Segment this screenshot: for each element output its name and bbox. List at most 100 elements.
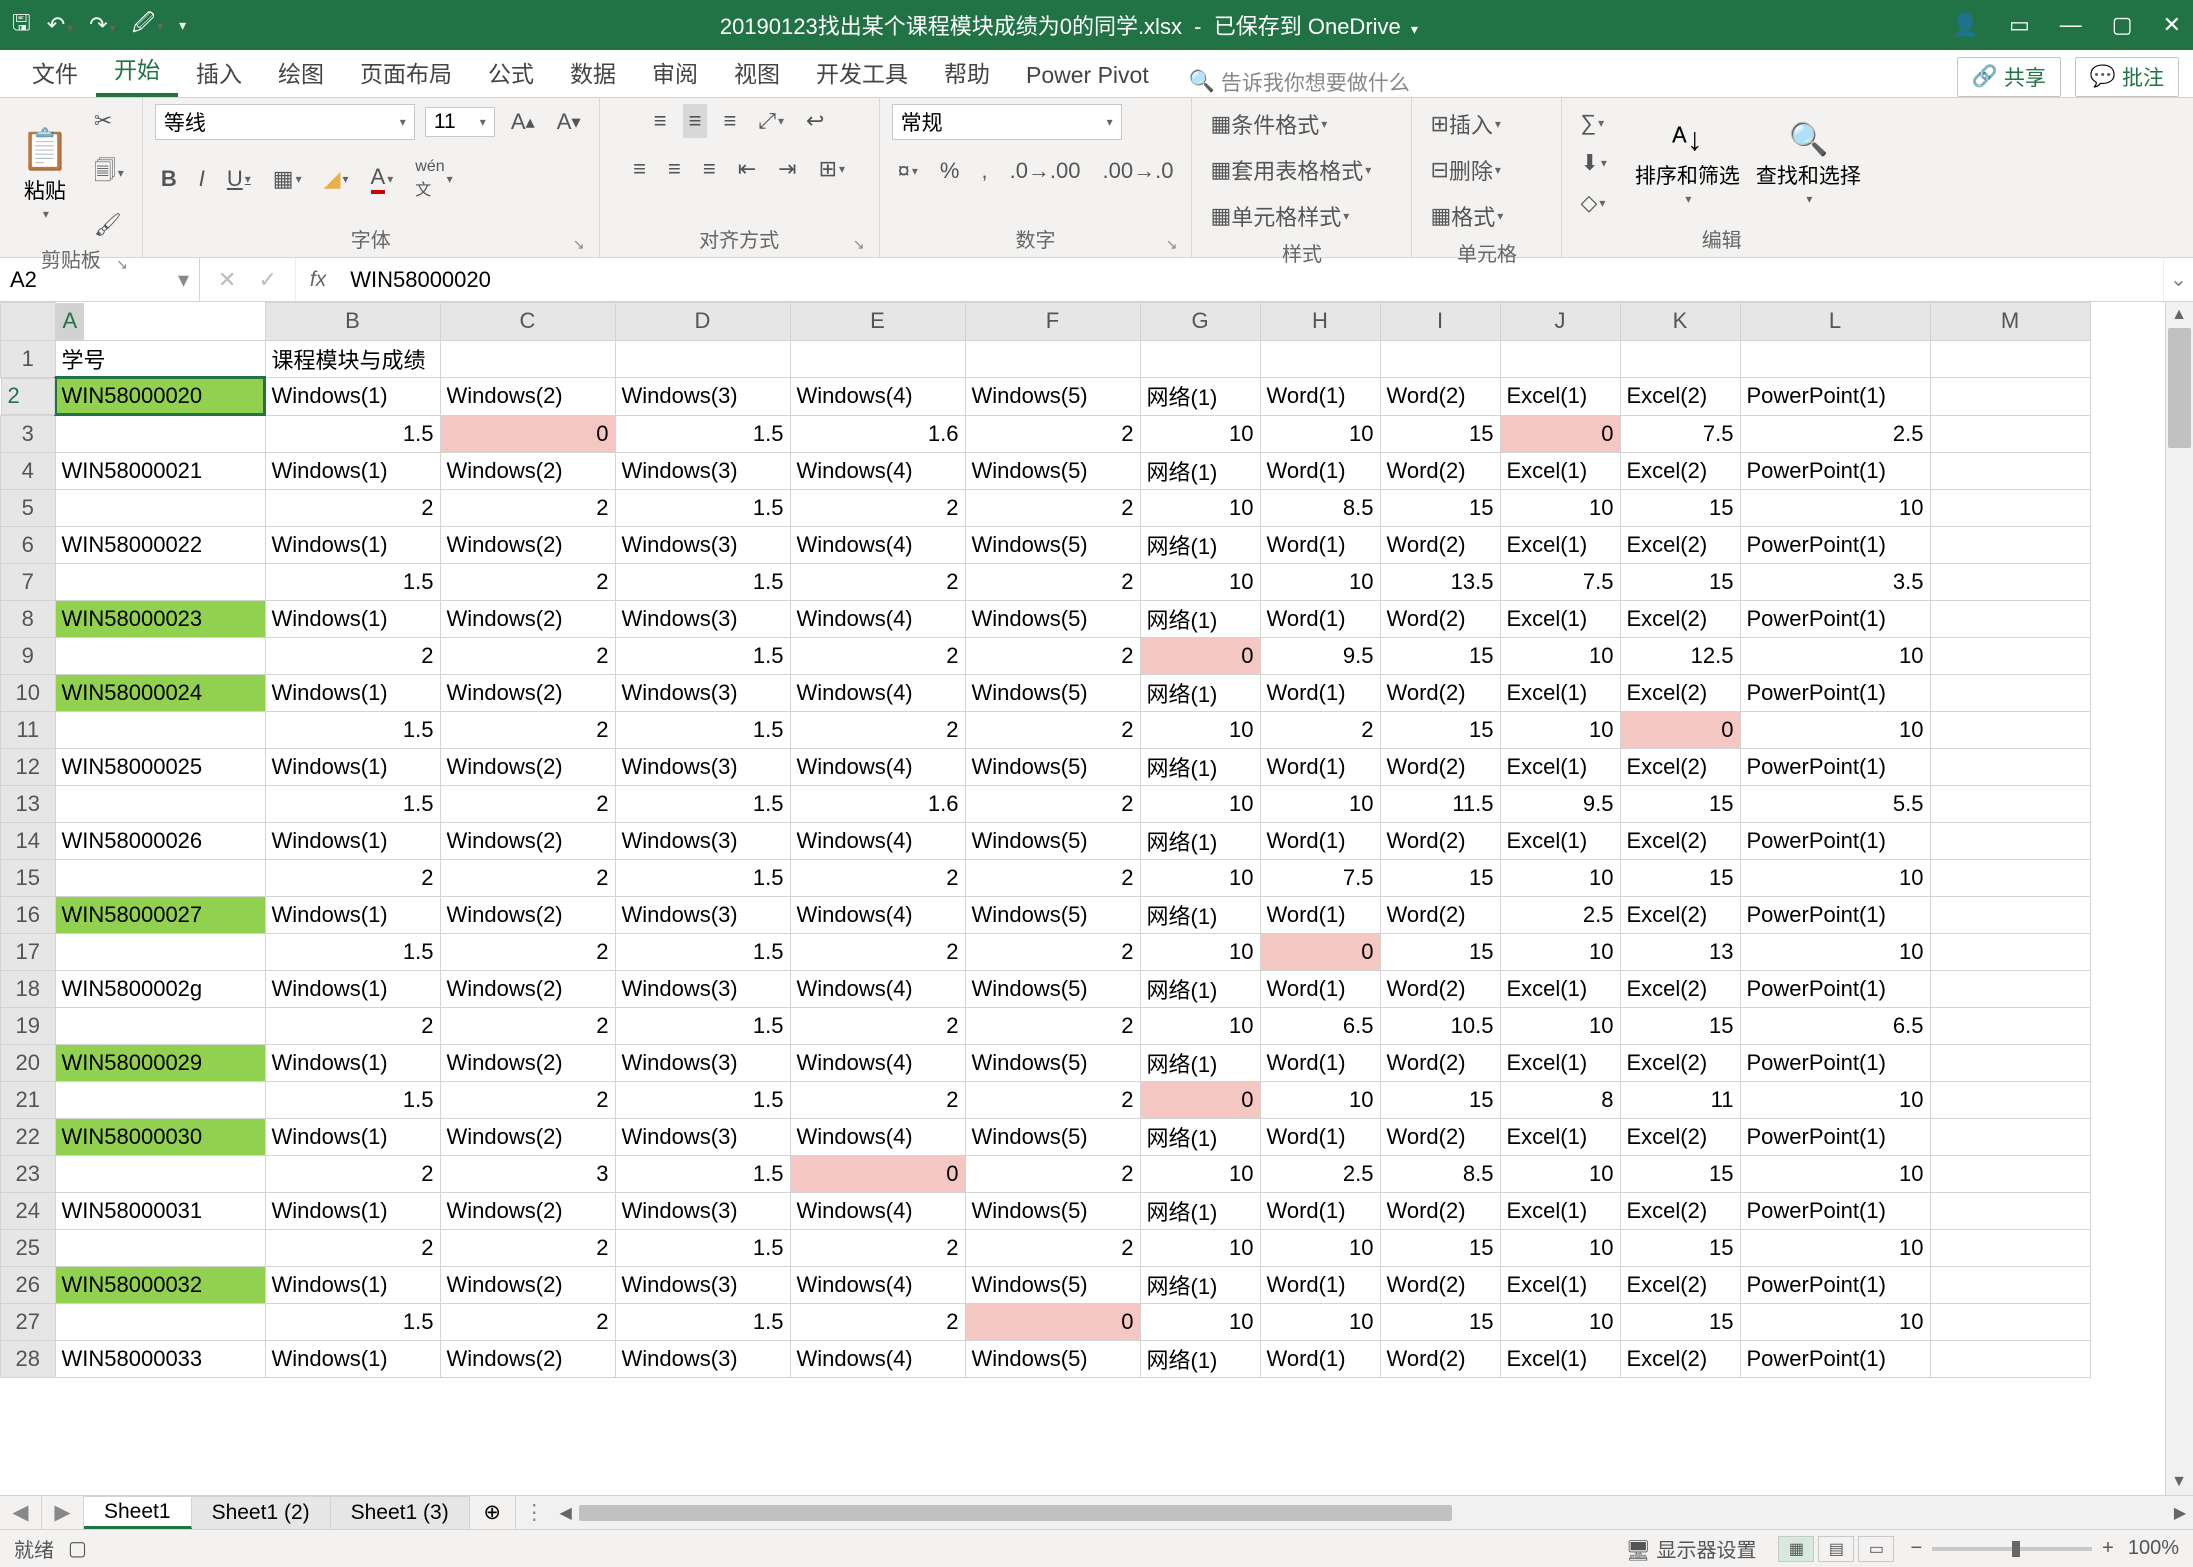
cell-module-label[interactable]: Windows(1) [265,1118,440,1155]
italic-button[interactable]: I [193,162,211,196]
cell[interactable] [55,1303,265,1340]
sheet-nav-prev-icon[interactable]: ◀ [0,1496,42,1529]
tab-插入[interactable]: 插入 [178,45,260,97]
cell[interactable] [1930,785,2090,822]
cell-module-label[interactable]: Windows(2) [440,526,615,563]
cell-score[interactable]: 2 [965,563,1140,600]
cell[interactable] [1260,340,1380,377]
zoom-out-icon[interactable]: − [1910,1537,1922,1560]
cell-module-label[interactable]: Windows(5) [965,822,1140,859]
cell-module-label[interactable]: PowerPoint(1) [1740,1266,1930,1303]
cell-score[interactable]: 10 [1740,711,1930,748]
cell-module-label[interactable]: Excel(2) [1620,377,1740,415]
cell[interactable] [790,340,965,377]
row-header[interactable]: 25 [1,1229,56,1266]
cell-module-label[interactable]: Windows(3) [615,1044,790,1081]
cell-score[interactable]: 0 [1140,1081,1260,1118]
row-header[interactable]: 20 [1,1044,56,1081]
cell-score[interactable]: 2 [440,489,615,526]
cell-module-label[interactable]: Windows(5) [965,748,1140,785]
cell-score[interactable]: 10 [1260,785,1380,822]
cell-module-label[interactable]: Excel(1) [1500,1118,1620,1155]
cell-module-label[interactable]: Windows(5) [965,1044,1140,1081]
cell-module-label[interactable]: PowerPoint(1) [1740,1118,1930,1155]
cell-score[interactable]: 2 [965,933,1140,970]
row-header[interactable]: 21 [1,1081,56,1118]
align-left-icon[interactable]: ≡ [627,152,652,186]
cell-score[interactable]: 15 [1620,859,1740,896]
cell[interactable] [1930,1303,2090,1340]
row-header[interactable]: 17 [1,933,56,970]
cell[interactable]: 学号 [55,340,265,377]
cell-score[interactable]: 2 [790,1229,965,1266]
cell-module-label[interactable]: Excel(1) [1500,1044,1620,1081]
cell-score[interactable]: 7.5 [1620,415,1740,452]
row-header[interactable]: 10 [1,674,56,711]
column-header[interactable]: G [1140,303,1260,341]
redo-icon[interactable]: ↷▾ [89,12,115,38]
cell-module-label[interactable]: 网络(1) [1140,600,1260,637]
vertical-scrollbar[interactable]: ▲ ▼ [2165,302,2193,1495]
cell-score[interactable]: 1.5 [615,1007,790,1044]
cell-module-label[interactable]: Word(1) [1260,452,1380,489]
title-caret-icon[interactable]: ▾ [1411,21,1418,37]
zoom-in-icon[interactable]: + [2102,1537,2114,1560]
cell[interactable] [1930,970,2090,1007]
cell[interactable] [1620,340,1740,377]
fill-color-button[interactable]: ◢▾ [318,162,355,196]
cell-score[interactable]: 1.5 [265,563,440,600]
percent-format-icon[interactable]: % [934,154,966,188]
cell-module-label[interactable]: Windows(1) [265,526,440,563]
column-header[interactable]: F [965,303,1140,341]
cell-module-label[interactable]: 网络(1) [1140,1192,1260,1229]
orientation-icon[interactable]: ⤢▾ [752,104,790,138]
row-header[interactable]: 1 [1,340,56,377]
cell-score[interactable]: 6.5 [1260,1007,1380,1044]
cell-module-label[interactable]: PowerPoint(1) [1740,822,1930,859]
cell-score[interactable]: 2 [790,1007,965,1044]
cell-student-id[interactable]: WIN58000025 [55,748,265,785]
cell-student-id[interactable]: WIN58000027 [55,896,265,933]
cell-module-label[interactable]: Windows(2) [440,822,615,859]
cell-module-label[interactable]: Excel(2) [1620,748,1740,785]
cell-score[interactable]: 7.5 [1260,859,1380,896]
cell-module-label[interactable]: PowerPoint(1) [1740,896,1930,933]
row-header[interactable]: 26 [1,1266,56,1303]
display-settings-button[interactable]: 🖥 显示器设置 [1626,1534,1757,1563]
cell-score[interactable]: 10 [1140,711,1260,748]
align-top-icon[interactable]: ≡ [648,104,673,138]
cell[interactable] [1930,637,2090,674]
cell-score[interactable]: 3 [440,1155,615,1192]
cell-module-label[interactable]: Windows(3) [615,822,790,859]
cell-module-label[interactable]: 网络(1) [1140,748,1260,785]
worksheet-grid[interactable]: ABCDEFGHIJKLM1学号课程模块与成绩2WIN58000020Windo… [0,302,2091,1378]
cell-styles-button[interactable]: ▦ 单元格样式▾ [1204,196,1355,236]
dialog-launcher-icon[interactable]: ↘ [1166,236,1178,253]
cell-module-label[interactable]: PowerPoint(1) [1740,1192,1930,1229]
delete-cells-button[interactable]: ⊟ 删除▾ [1424,150,1506,190]
underline-button[interactable]: U▾ [221,162,257,196]
column-header[interactable]: C [440,303,615,341]
cell-score[interactable]: 15 [1380,711,1500,748]
cell-score[interactable]: 10 [1500,1155,1620,1192]
merge-button[interactable]: ⊞▾ [813,152,851,186]
cell-score[interactable]: 10 [1500,711,1620,748]
cell-module-label[interactable]: Word(1) [1260,1118,1380,1155]
tab-审阅[interactable]: 审阅 [634,45,716,97]
cell-module-label[interactable]: 网络(1) [1140,674,1260,711]
cell[interactable] [55,563,265,600]
cell-module-label[interactable]: Windows(2) [440,1044,615,1081]
cell-module-label[interactable]: Windows(5) [965,1192,1140,1229]
cell-module-label[interactable]: Windows(1) [265,822,440,859]
cell-module-label[interactable]: Windows(5) [965,526,1140,563]
copy-icon[interactable]: 🗐▾ [88,150,130,196]
row-header[interactable]: 4 [1,452,56,489]
row-header[interactable]: 23 [1,1155,56,1192]
row-header[interactable]: 24 [1,1192,56,1229]
cell-score[interactable]: 2 [790,489,965,526]
cell-student-id[interactable]: WIN58000032 [55,1266,265,1303]
cell-module-label[interactable]: 2.5 [1500,896,1620,933]
paste-button[interactable]: 📋 粘贴 ▾ [12,126,78,221]
scroll-right-icon[interactable]: ▶ [2167,1500,2193,1526]
cell-student-id[interactable]: WIN58000029 [55,1044,265,1081]
